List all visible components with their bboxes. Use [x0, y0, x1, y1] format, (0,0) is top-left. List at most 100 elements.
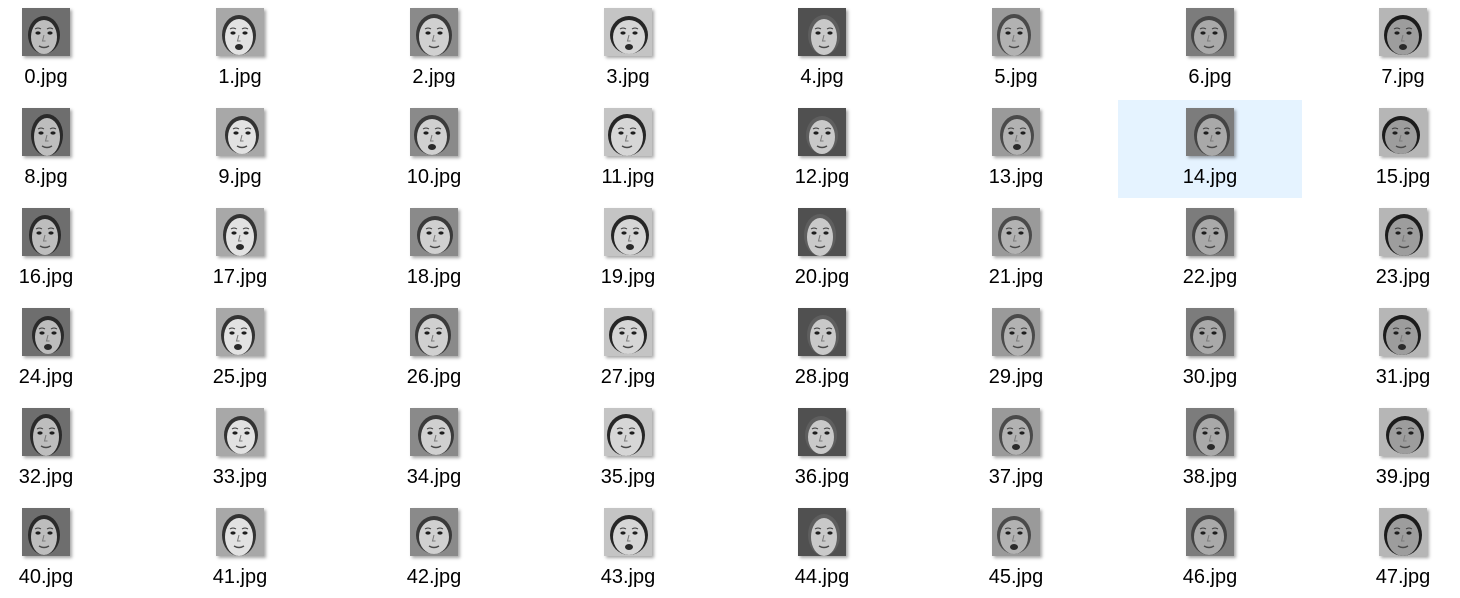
file-item[interactable]: 35.jpg	[536, 400, 720, 498]
file-thumbnail-icon	[992, 308, 1040, 356]
file-name-label: 41.jpg	[212, 566, 268, 588]
file-thumbnail-icon	[216, 108, 264, 156]
file-name-label: 45.jpg	[988, 566, 1044, 588]
file-name-label: 26.jpg	[406, 366, 462, 388]
file-name-label: 18.jpg	[406, 266, 462, 288]
file-thumbnail-icon	[1186, 508, 1234, 556]
file-thumbnail-icon	[604, 108, 652, 156]
file-name-label: 6.jpg	[1188, 66, 1232, 88]
file-item[interactable]: 6.jpg	[1118, 0, 1302, 98]
file-item[interactable]: 3.jpg	[536, 0, 720, 98]
file-thumbnail-icon	[22, 308, 70, 356]
file-item[interactable]: 38.jpg	[1118, 400, 1302, 498]
file-name-label: 22.jpg	[1182, 266, 1238, 288]
file-name-label: 33.jpg	[212, 466, 268, 488]
file-name-label: 34.jpg	[406, 466, 462, 488]
file-thumbnail-icon	[1186, 408, 1234, 456]
file-item[interactable]: 11.jpg	[536, 100, 720, 198]
file-item[interactable]: 27.jpg	[536, 300, 720, 398]
file-item[interactable]: 28.jpg	[730, 300, 914, 398]
file-name-label: 40.jpg	[18, 566, 74, 588]
file-item[interactable]: 44.jpg	[730, 500, 914, 598]
file-name-label: 20.jpg	[794, 266, 850, 288]
file-name-label: 19.jpg	[600, 266, 656, 288]
file-thumbnail-icon	[1379, 108, 1427, 156]
file-thumbnail-icon	[604, 208, 652, 256]
file-item[interactable]: 1.jpg	[148, 0, 332, 98]
file-item[interactable]: 21.jpg	[924, 200, 1108, 298]
file-item[interactable]: 33.jpg	[148, 400, 332, 498]
file-thumbnail-icon	[22, 8, 70, 56]
file-item[interactable]: 43.jpg	[536, 500, 720, 598]
file-name-label: 42.jpg	[406, 566, 462, 588]
file-name-label: 28.jpg	[794, 366, 850, 388]
file-item[interactable]: 23.jpg	[1311, 200, 1460, 298]
file-item[interactable]: 29.jpg	[924, 300, 1108, 398]
file-name-label: 39.jpg	[1375, 466, 1431, 488]
file-item[interactable]: 45.jpg	[924, 500, 1108, 598]
file-item[interactable]: 32.jpg	[0, 400, 138, 498]
file-item[interactable]: 41.jpg	[148, 500, 332, 598]
file-item[interactable]: 17.jpg	[148, 200, 332, 298]
file-item[interactable]: 47.jpg	[1311, 500, 1460, 598]
file-item[interactable]: 13.jpg	[924, 100, 1108, 198]
file-item[interactable]: 46.jpg	[1118, 500, 1302, 598]
file-thumbnail-icon	[992, 8, 1040, 56]
file-item[interactable]: 20.jpg	[730, 200, 914, 298]
file-name-label: 23.jpg	[1375, 266, 1431, 288]
file-name-label: 3.jpg	[606, 66, 650, 88]
file-item[interactable]: 18.jpg	[342, 200, 526, 298]
file-item[interactable]: 5.jpg	[924, 0, 1108, 98]
file-name-label: 37.jpg	[988, 466, 1044, 488]
file-item[interactable]: 10.jpg	[342, 100, 526, 198]
file-name-label: 2.jpg	[412, 66, 456, 88]
file-item[interactable]: 31.jpg	[1311, 300, 1460, 398]
file-item[interactable]: 40.jpg	[0, 500, 138, 598]
file-thumbnail-icon	[604, 508, 652, 556]
file-name-label: 31.jpg	[1375, 366, 1431, 388]
file-item[interactable]: 24.jpg	[0, 300, 138, 398]
file-thumbnail-icon	[22, 408, 70, 456]
file-name-label: 16.jpg	[18, 266, 74, 288]
file-name-label: 7.jpg	[1381, 66, 1425, 88]
file-item[interactable]: 19.jpg	[536, 200, 720, 298]
file-item[interactable]: 36.jpg	[730, 400, 914, 498]
file-item[interactable]: 12.jpg	[730, 100, 914, 198]
file-item[interactable]: 16.jpg	[0, 200, 138, 298]
file-thumbnail-icon	[1379, 408, 1427, 456]
file-item[interactable]: 15.jpg	[1311, 100, 1460, 198]
file-item[interactable]: 9.jpg	[148, 100, 332, 198]
file-thumbnail-icon	[992, 108, 1040, 156]
file-thumbnail-icon	[410, 8, 458, 56]
file-item[interactable]: 30.jpg	[1118, 300, 1302, 398]
file-item[interactable]: 25.jpg	[148, 300, 332, 398]
file-item[interactable]: 8.jpg	[0, 100, 138, 198]
file-name-label: 47.jpg	[1375, 566, 1431, 588]
file-name-label: 29.jpg	[988, 366, 1044, 388]
file-item[interactable]: 7.jpg	[1311, 0, 1460, 98]
file-name-label: 46.jpg	[1182, 566, 1238, 588]
file-item[interactable]: 2.jpg	[342, 0, 526, 98]
file-name-label: 0.jpg	[24, 66, 68, 88]
file-item[interactable]: 34.jpg	[342, 400, 526, 498]
file-item[interactable]: 4.jpg	[730, 0, 914, 98]
file-name-label: 25.jpg	[212, 366, 268, 388]
file-thumbnail-icon	[22, 108, 70, 156]
file-item[interactable]: 22.jpg	[1118, 200, 1302, 298]
file-name-label: 11.jpg	[601, 166, 655, 188]
file-thumbnail-icon	[1186, 8, 1234, 56]
file-item[interactable]: 14.jpg	[1118, 100, 1302, 198]
file-thumbnail-icon	[798, 508, 846, 556]
file-item[interactable]: 0.jpg	[0, 0, 138, 98]
file-name-label: 12.jpg	[794, 166, 850, 188]
file-name-label: 30.jpg	[1182, 366, 1238, 388]
file-thumbnail-icon	[1379, 308, 1427, 356]
file-thumbnail-icon	[410, 108, 458, 156]
file-thumbnail-icon	[604, 408, 652, 456]
file-grid: 0.jpg 1.jpg 2.jpg 3.jpg 4.jpg 5.jpg 6.jpg 7.jpg…	[0, 0, 1460, 598]
file-item[interactable]: 26.jpg	[342, 300, 526, 398]
file-item[interactable]: 39.jpg	[1311, 400, 1460, 498]
file-item[interactable]: 42.jpg	[342, 500, 526, 598]
file-item[interactable]: 37.jpg	[924, 400, 1108, 498]
file-thumbnail-icon	[1379, 508, 1427, 556]
